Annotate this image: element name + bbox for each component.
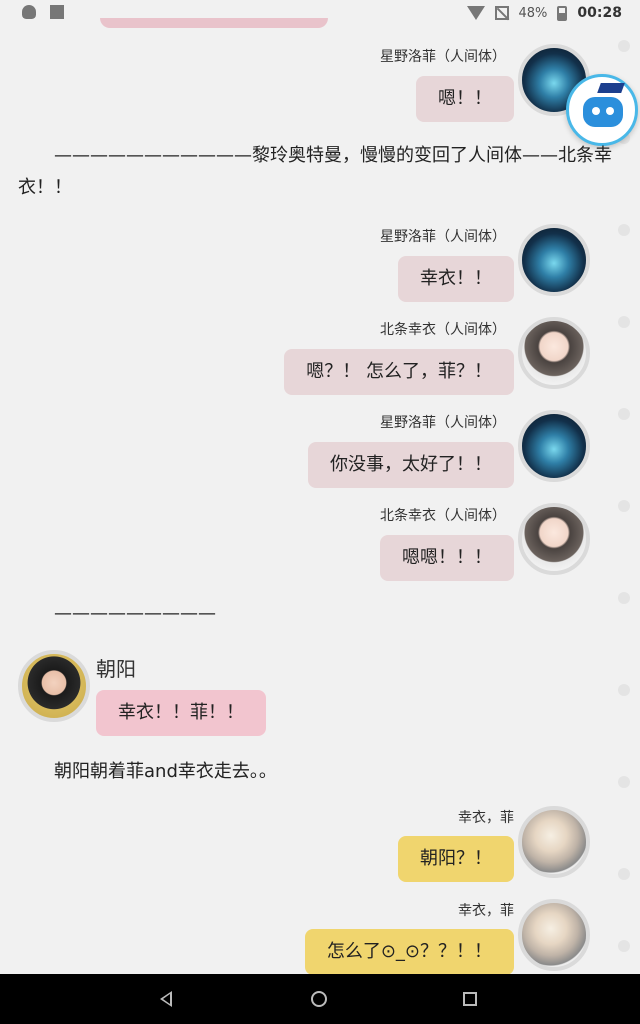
message-bubble[interactable]: 你没事，太好了！！	[308, 442, 514, 488]
clock: 00:28	[577, 5, 622, 21]
avatar-asahi[interactable]	[18, 650, 90, 722]
avatar-kitajo[interactable]	[518, 503, 590, 575]
battery-percent: 48%	[518, 5, 548, 21]
speaker-name: 星野洛菲（人间体）	[380, 229, 506, 245]
speaker-name: 幸衣，菲	[458, 810, 514, 826]
image-icon	[50, 5, 64, 19]
speaker-name: 朝阳	[96, 657, 136, 681]
home-icon[interactable]	[311, 991, 327, 1007]
speaker-name: 幸衣，菲	[458, 903, 514, 919]
narration-line: —————————	[54, 603, 216, 624]
navigation-bar	[0, 974, 640, 1024]
message-bubble[interactable]: 怎么了⊙_⊙？？！！	[304, 929, 514, 975]
message-bubble[interactable]: 朝阳？！	[398, 836, 514, 882]
message-bubble[interactable]: 幸衣！！	[398, 256, 514, 302]
battery-icon	[557, 5, 568, 21]
recent-apps-icon[interactable]	[463, 992, 477, 1006]
wifi-icon	[466, 6, 485, 20]
avatar-duo[interactable]	[518, 806, 590, 878]
speaker-name: 北条幸衣（人间体）	[380, 322, 506, 338]
speaker-name: 星野洛菲（人间体）	[380, 49, 506, 65]
qq-icon	[22, 5, 36, 19]
avatar-kitajo[interactable]	[518, 317, 590, 389]
message-bubble[interactable]: 幸衣！！菲！！	[96, 690, 266, 736]
narration-line: 朝阳朝着菲and幸衣走去。。	[54, 761, 277, 782]
assistant-robot-button[interactable]	[566, 74, 638, 146]
speaker-name: 北条幸衣（人间体）	[380, 508, 506, 524]
message-bubble[interactable]: 嗯？！ 怎么了，菲？！	[284, 349, 514, 395]
speaker-name: 星野洛菲（人间体）	[380, 415, 506, 431]
scroll-track[interactable]	[618, 40, 630, 970]
previous-bubble-edge	[100, 18, 328, 28]
narration-line: 衣！！	[18, 177, 72, 198]
avatar-duo[interactable]	[518, 899, 590, 971]
message-bubble[interactable]: 嗯嗯！！！	[380, 535, 514, 581]
no-signal-icon	[494, 6, 509, 20]
robot-face-icon	[583, 97, 623, 127]
message-bubble[interactable]: 嗯！！	[416, 76, 514, 122]
back-icon[interactable]	[160, 991, 172, 1007]
avatar-hoshino[interactable]	[518, 410, 590, 482]
graduation-cap-icon	[597, 83, 625, 93]
narration-line: ———————————黎玲奥特曼，慢慢的变回了人间体——北条幸	[54, 145, 612, 166]
avatar-hoshino[interactable]	[518, 224, 590, 296]
